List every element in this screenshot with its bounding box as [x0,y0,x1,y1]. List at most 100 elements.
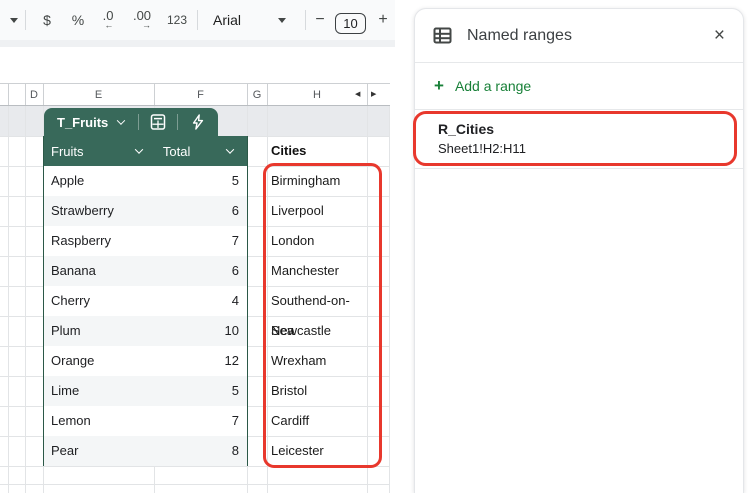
fruit-row[interactable]: Orange 12 [44,346,247,376]
fruit-total-cell[interactable]: 4 [232,286,247,316]
toolbar-separator [305,10,306,30]
grid-vline [267,106,268,493]
toolbar-bottom-edge [0,40,395,47]
side-panel-region: Named ranges × + Add a range R_Cities She… [397,0,750,493]
named-range-reference: Sheet1!H2:H11 [438,140,743,157]
close-icon[interactable]: × [714,26,725,45]
fruit-total-cell[interactable]: 5 [232,166,247,196]
font-family-selector[interactable]: Arial [208,0,272,40]
panel-header: Named ranges × [415,9,743,62]
fruit-name-cell[interactable]: Banana [44,256,96,286]
city-cell[interactable]: London [271,226,366,256]
city-cell[interactable]: Newcastle [271,316,366,346]
column-header-D[interactable]: D [25,84,43,106]
formatting-toolbar: $ % .0← .00→ 123 Arial − 10 + [0,0,395,40]
hidden-columns-left-arrow-icon[interactable]: ◀ [355,84,360,106]
fruits-table[interactable]: Fruits Total Apple 5 Strawberry 6 Raspberry 7… [43,136,248,466]
table-quick-actions-button[interactable] [178,114,218,130]
chevron-down-icon [135,145,143,153]
cities-column-label[interactable]: Cities [271,136,306,166]
add-a-range-button[interactable]: + Add a range [415,63,743,109]
grid-hline [0,484,390,485]
fruit-row[interactable]: Cherry 4 [44,286,247,316]
lightning-bolt-icon [191,114,205,130]
chevron-down-icon [226,145,234,153]
grid-hline [0,466,390,467]
fruit-name-cell[interactable]: Pear [44,436,78,466]
column-header-separator [367,84,368,105]
grid-vline [8,106,9,493]
fruit-total-cell[interactable]: 6 [232,196,247,226]
fruit-total-cell[interactable]: 7 [232,226,247,256]
column-headers[interactable]: DEFGH◀ ▶ [0,83,390,106]
fruit-row[interactable]: Pear 8 [44,436,247,466]
city-cell[interactable]: Bristol [271,376,366,406]
city-cell[interactable]: Leicester [271,436,366,466]
fruit-name-cell[interactable]: Plum [44,316,81,346]
fruit-name-cell[interactable]: Cherry [44,286,90,316]
toolbar-separator [25,10,26,30]
fruit-row[interactable]: Banana 6 [44,256,247,286]
increase-font-size-button[interactable]: + [375,0,391,40]
toolbar-overflow-caret-icon[interactable] [6,0,22,40]
table-tab-label: T_Fruits [44,115,108,130]
fruit-total-cell[interactable]: 12 [225,346,247,376]
named-range-name: R_Cities [438,120,743,138]
city-cell[interactable]: Liverpool [271,196,366,226]
font-family-caret-icon[interactable] [274,0,290,40]
named-ranges-panel: Named ranges × + Add a range R_Cities She… [414,8,744,493]
fruit-total-cell[interactable]: 7 [232,406,247,436]
city-cell[interactable]: Southend-on-Sea [271,286,366,316]
google-sheets-window: $ % .0← .00→ 123 Arial − 10 + DEFGH◀ ▶ T_… [0,0,750,493]
city-cell[interactable]: Manchester [271,256,366,286]
right-arrow-icon: → [142,20,151,30]
fruit-row[interactable]: Plum 10 [44,316,247,346]
fruit-name-cell[interactable]: Lime [44,376,79,406]
named-ranges-table-icon [433,26,452,45]
grid-vline [389,106,390,493]
column-header-F[interactable]: F [154,84,247,106]
fruit-row[interactable]: Strawberry 6 [44,196,247,226]
city-cell[interactable]: Cardiff [271,406,366,436]
city-cell[interactable]: Birmingham [271,166,366,196]
fruit-row[interactable]: Lime 5 [44,376,247,406]
fruit-name-cell[interactable]: Strawberry [44,196,114,226]
left-arrow-icon: ← [104,20,113,30]
fruit-row[interactable]: Raspberry 7 [44,226,247,256]
column-header-E[interactable]: E [43,84,154,106]
fruit-name-cell[interactable]: Lemon [44,406,91,436]
toolbar-separator [197,10,198,30]
font-size-input[interactable]: 10 [335,13,366,34]
city-cell[interactable]: Wrexham [271,346,366,376]
table-calculator-button[interactable] [139,114,177,130]
panel-title: Named ranges [467,27,572,45]
fruit-total-cell[interactable]: 6 [232,256,247,286]
fruit-name-cell[interactable]: Raspberry [44,226,111,256]
column-header-G[interactable]: G [247,84,267,106]
table-tab-tfruits[interactable]: T_Fruits [44,108,218,136]
more-formats-button[interactable]: 123 [163,0,191,40]
increase-decimal-button[interactable]: .00→ [127,0,157,40]
named-range-list: R_Cities Sheet1!H2:H11 [415,110,743,168]
named-range-entry[interactable]: R_Cities Sheet1!H2:H11 [415,110,743,168]
fruits-table-body: Apple5Strawberry6Raspberry7Banana6Cherry… [44,166,247,466]
decrease-font-size-button[interactable]: − [312,0,328,40]
column-header-H[interactable]: H [267,84,367,106]
fruit-total-cell[interactable]: 8 [232,436,247,466]
fruit-total-cell[interactable]: 10 [225,316,247,346]
fruit-total-cell[interactable]: 5 [232,376,247,406]
grid-vline [367,106,368,493]
total-column-header[interactable]: Total [155,136,247,166]
spreadsheet-grid[interactable]: T_Fruits [0,106,390,493]
decrease-decimal-button[interactable]: .0← [95,0,121,40]
fruit-name-cell[interactable]: Apple [44,166,84,196]
fruit-row[interactable]: Apple 5 [44,166,247,196]
fruits-column-header[interactable]: Fruits [44,136,155,166]
format-percent-button[interactable]: % [69,0,87,40]
format-currency-button[interactable]: $ [38,0,56,40]
fruits-table-header-row[interactable]: Fruits Total [44,136,247,166]
hidden-columns-right-arrow-icon[interactable]: ▶ [371,84,376,106]
fruit-row[interactable]: Lemon 7 [44,406,247,436]
fruit-name-cell[interactable]: Orange [44,346,94,376]
column-header-separator [8,84,9,105]
